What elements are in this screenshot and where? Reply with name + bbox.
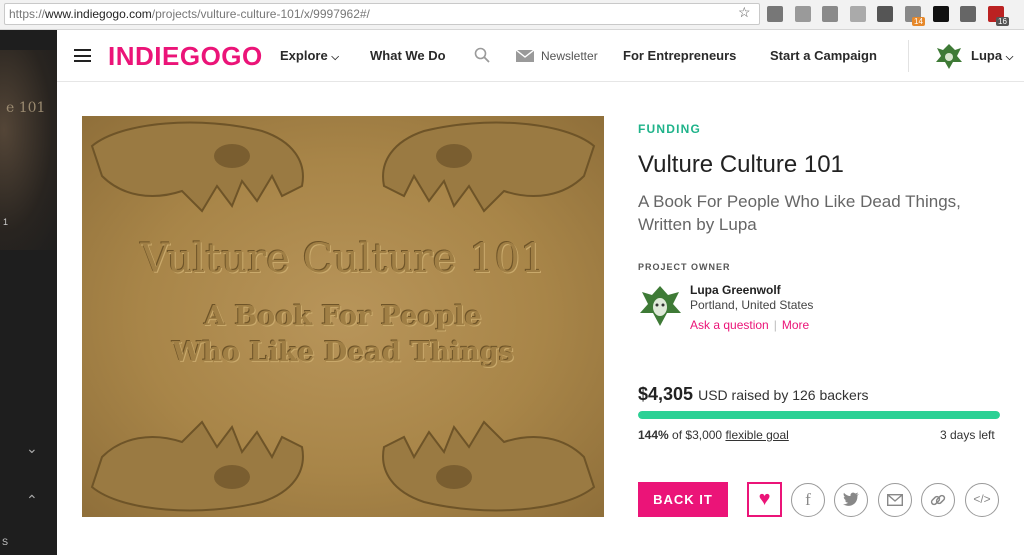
progress-fill: [638, 411, 1000, 419]
extension-icon[interactable]: [960, 6, 976, 22]
user-name: Lupa: [971, 48, 1003, 63]
browser-toolbar: https://www.indiegogo.com/projects/vultu…: [0, 0, 1024, 30]
skull-illustration: [382, 121, 596, 213]
embed-icon[interactable]: </>: [965, 483, 999, 517]
amount-value: $4,305: [638, 384, 694, 404]
percent-funded: 144%: [638, 428, 669, 442]
nav-explore-label: Explore: [280, 48, 328, 63]
extension-icon[interactable]: [933, 6, 949, 22]
owner-location: Portland, United States: [690, 298, 814, 312]
funding-progress-bar: [638, 411, 1000, 419]
address-bar[interactable]: https://www.indiegogo.com/projects/vultu…: [4, 3, 760, 25]
nav-start-campaign[interactable]: Start a Campaign: [770, 48, 877, 63]
panel-partial-text: 1: [3, 217, 9, 227]
chevron-down-icon[interactable]: ⌄: [26, 440, 38, 457]
indiegogo-logo[interactable]: INDIEGOGO: [108, 41, 263, 72]
facebook-icon[interactable]: f: [791, 483, 825, 517]
owner-name[interactable]: Lupa Greenwolf: [690, 283, 781, 297]
owner-avatar[interactable]: [638, 283, 683, 328]
url-host: www.indiegogo.com: [45, 7, 152, 21]
goal-info: 144% of $3,000 flexible goal: [638, 428, 789, 442]
extension-icon[interactable]: [795, 6, 811, 22]
link-separator: |: [773, 318, 777, 332]
nav-what-we-do[interactable]: What We Do: [370, 48, 446, 63]
bookmark-star-icon[interactable]: ☆: [738, 4, 751, 21]
url-scheme: https://: [9, 7, 46, 21]
raised-text: USD raised by 126 backers: [698, 387, 869, 403]
ask-question-link[interactable]: Ask a question: [690, 318, 769, 332]
skull-illustration: [90, 420, 304, 512]
adjacent-panel: e 101 1 ⌄ ⌃ S: [0, 30, 57, 555]
nav-newsletter[interactable]: Newsletter: [541, 49, 598, 63]
project-title: Vulture Culture 101: [638, 151, 844, 178]
extension-badge: 16: [996, 17, 1009, 26]
status-badge: FUNDING: [638, 122, 702, 136]
link-icon[interactable]: [921, 483, 955, 517]
menu-icon[interactable]: [74, 49, 91, 62]
url-path: /projects/vulture-culture-101/x/9997962#…: [151, 7, 370, 21]
user-avatar[interactable]: [935, 42, 963, 70]
extension-badge: 14: [912, 17, 925, 26]
chevron-up-icon[interactable]: ⌃: [26, 492, 38, 509]
hero-subtitle-line: A Book For People: [204, 301, 482, 332]
panel-image: [0, 50, 57, 250]
extension-icon[interactable]: [877, 6, 893, 22]
amount-raised: $4,305 USD raised by 126 backers: [638, 384, 869, 405]
chevron-down-icon: ⌵: [331, 52, 339, 63]
project-hero-image[interactable]: Vulture Culture 101 A Book For People Wh…: [82, 116, 604, 517]
panel-partial-title: e 101: [6, 100, 46, 116]
nav-user-menu[interactable]: Lupa ⌵: [971, 48, 1013, 63]
back-it-button[interactable]: BACK IT: [638, 482, 728, 517]
panel-partial-bottom: S: [2, 537, 9, 547]
hero-title: Vulture Culture 101: [140, 236, 546, 282]
header-divider: [908, 40, 909, 72]
days-left: 3 days left: [940, 428, 995, 442]
owner-links: Ask a question | More: [690, 318, 809, 332]
twitter-icon[interactable]: [834, 483, 868, 517]
project-tagline: A Book For People Who Like Dead Things, …: [638, 192, 961, 234]
chevron-down-icon: ⌵: [1005, 52, 1014, 63]
site-header: INDIEGOGO Explore ⌵ What We Do Newslette…: [57, 30, 1024, 82]
goal-amount: of $3,000: [672, 428, 723, 442]
flexible-goal-link[interactable]: flexible goal: [725, 428, 788, 442]
mail-icon: [516, 50, 534, 62]
extension-icon[interactable]: [822, 6, 838, 22]
search-icon[interactable]: [474, 47, 490, 63]
extension-icon[interactable]: [767, 6, 783, 22]
more-link[interactable]: More: [782, 318, 809, 332]
hero-subtitle-line: Who Like Dead Things: [172, 337, 514, 368]
nav-explore[interactable]: Explore ⌵: [280, 48, 339, 63]
nav-for-entrepreneurs[interactable]: For Entrepreneurs: [623, 48, 736, 63]
skull-illustration: [382, 420, 596, 512]
skull-illustration: [90, 121, 304, 213]
email-icon[interactable]: [878, 483, 912, 517]
heart-icon[interactable]: ♥: [747, 482, 782, 517]
extension-icon[interactable]: [850, 6, 866, 22]
owner-label: PROJECT OWNER: [638, 262, 731, 272]
